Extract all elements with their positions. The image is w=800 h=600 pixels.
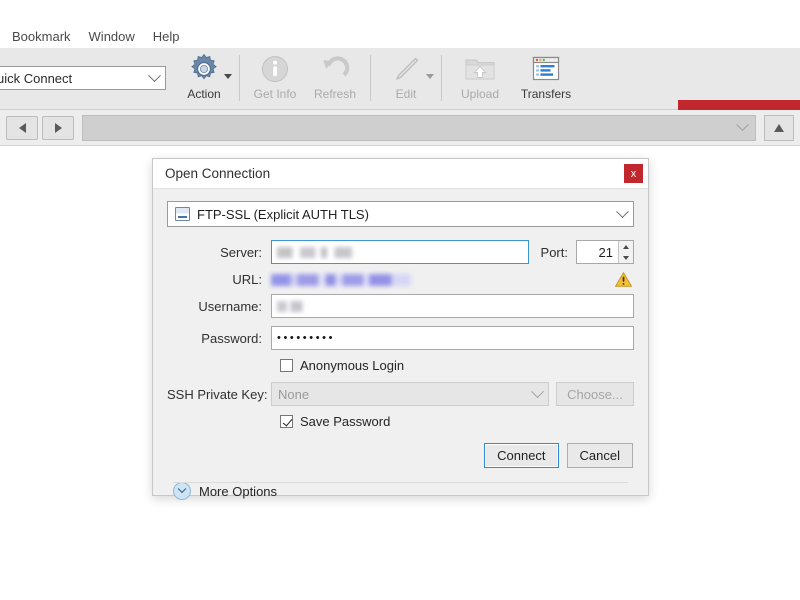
toolbar-divider — [441, 55, 442, 101]
back-button[interactable] — [6, 115, 38, 140]
arrow-up-icon — [774, 123, 784, 132]
info-icon — [260, 52, 290, 86]
transfers-button[interactable]: Transfers — [513, 48, 579, 106]
chevron-down-icon — [616, 204, 629, 218]
arrow-right-icon — [54, 122, 62, 133]
transfers-window-icon — [531, 52, 561, 86]
chevron-down-icon — [736, 118, 749, 132]
menubar: Bookmark Window Help — [0, 26, 800, 48]
server-value-redacted — [277, 246, 373, 258]
path-combo[interactable] — [82, 114, 756, 141]
arrow-left-icon — [18, 122, 26, 133]
chevron-down-icon — [531, 384, 544, 398]
arrow-up-icon — [623, 244, 629, 249]
username-row: Username: — [167, 294, 634, 318]
anonymous-login-label: Anonymous Login — [300, 358, 405, 373]
dialog-separator — [173, 482, 628, 483]
ssh-key-select: None — [271, 382, 549, 406]
open-connection-dialog: Open Connection x FTP-SSL (Explicit AUTH… — [152, 158, 649, 500]
refresh-label: Refresh — [313, 87, 357, 101]
server-icon — [175, 207, 190, 221]
protocol-select[interactable]: FTP-SSL (Explicit AUTH TLS) — [167, 201, 634, 227]
connect-button[interactable]: Connect — [484, 443, 559, 468]
save-password-checkbox[interactable] — [280, 415, 293, 428]
server-row: Server: Port: 21 — [167, 240, 634, 264]
toolbar-divider — [370, 55, 371, 101]
arrow-down-icon — [623, 255, 629, 260]
chevron-down-icon[interactable] — [426, 74, 434, 79]
toolbar-group-action: Action — [174, 48, 234, 110]
port-increment-button[interactable] — [619, 241, 633, 252]
server-label: Server: — [220, 244, 262, 260]
pencil-icon — [391, 52, 421, 86]
dialog-titlebar: Open Connection x — [153, 159, 648, 189]
upload-button[interactable]: Upload — [447, 48, 513, 106]
dialog-button-row: Connect Cancel — [167, 443, 634, 468]
more-options-label: More Options — [199, 483, 278, 499]
username-label: Username: — [198, 298, 262, 314]
ssh-key-label: SSH Private Key: — [167, 386, 268, 402]
anonymous-login-checkbox[interactable] — [280, 359, 293, 372]
app-window: Bookmark Window Help uick Connect Action… — [0, 0, 800, 600]
ssh-key-row: SSH Private Key: None Choose... — [167, 382, 634, 406]
ssh-key-value: None — [278, 386, 310, 402]
password-row: Password: ••••••••• — [167, 326, 634, 350]
menu-item-bookmark[interactable]: Bookmark — [3, 26, 80, 48]
url-label: URL: — [232, 272, 262, 287]
edit-label: Edit — [395, 87, 417, 101]
upload-folder-icon — [464, 52, 496, 86]
dialog-title: Open Connection — [165, 166, 271, 181]
get-info-button[interactable]: Get Info — [245, 48, 305, 106]
save-password-row[interactable]: Save Password — [167, 414, 634, 429]
menu-item-window[interactable]: Window — [80, 26, 144, 48]
menu-item-help[interactable]: Help — [144, 26, 189, 48]
port-spinner[interactable] — [618, 241, 633, 263]
forward-button[interactable] — [42, 115, 74, 140]
chevron-down-icon — [143, 68, 165, 83]
port-value[interactable]: 21 — [577, 245, 618, 260]
protocol-value: FTP-SSL (Explicit AUTH TLS) — [197, 206, 369, 222]
gear-icon — [187, 52, 221, 86]
password-input[interactable]: ••••••••• — [271, 326, 634, 350]
username-value-redacted — [277, 300, 311, 312]
navigation-bar — [0, 110, 800, 146]
quick-connect-input[interactable]: uick Connect — [0, 71, 143, 86]
url-value-redacted[interactable] — [271, 273, 411, 286]
cancel-button[interactable]: Cancel — [566, 443, 633, 468]
chevron-down-icon[interactable] — [224, 74, 232, 79]
more-options-toggle[interactable]: More Options — [167, 482, 634, 500]
port-label: Port: — [540, 244, 568, 260]
refresh-button[interactable]: Refresh — [305, 48, 365, 106]
edit-button[interactable]: Edit — [376, 48, 436, 106]
username-input[interactable] — [271, 294, 634, 318]
password-value: ••••••••• — [277, 332, 336, 344]
get-info-label: Get Info — [253, 87, 297, 101]
toolbar: uick Connect Action Get Info Refresh Edi… — [0, 48, 800, 146]
toolbar-divider — [239, 55, 240, 101]
quick-connect-combo[interactable]: uick Connect — [0, 66, 166, 90]
port-stepper[interactable]: 21 — [576, 240, 634, 264]
url-row: URL: — [167, 272, 634, 287]
parent-directory-button[interactable] — [764, 114, 794, 141]
transfers-label: Transfers — [520, 87, 572, 101]
save-password-label: Save Password — [300, 414, 391, 429]
chevron-down-circle-icon — [173, 482, 191, 500]
upload-label: Upload — [460, 87, 500, 101]
server-input[interactable] — [271, 240, 529, 264]
choose-button: Choose... — [556, 382, 634, 406]
port-decrement-button[interactable] — [619, 252, 633, 263]
anonymous-login-row[interactable]: Anonymous Login — [167, 358, 634, 373]
warning-icon — [615, 272, 632, 287]
refresh-icon — [320, 52, 350, 86]
password-label: Password: — [201, 330, 262, 346]
action-label: Action — [187, 87, 221, 101]
action-button[interactable]: Action — [174, 48, 234, 106]
close-icon[interactable]: x — [624, 164, 643, 183]
dialog-body: FTP-SSL (Explicit AUTH TLS) Server: Port… — [153, 189, 648, 500]
